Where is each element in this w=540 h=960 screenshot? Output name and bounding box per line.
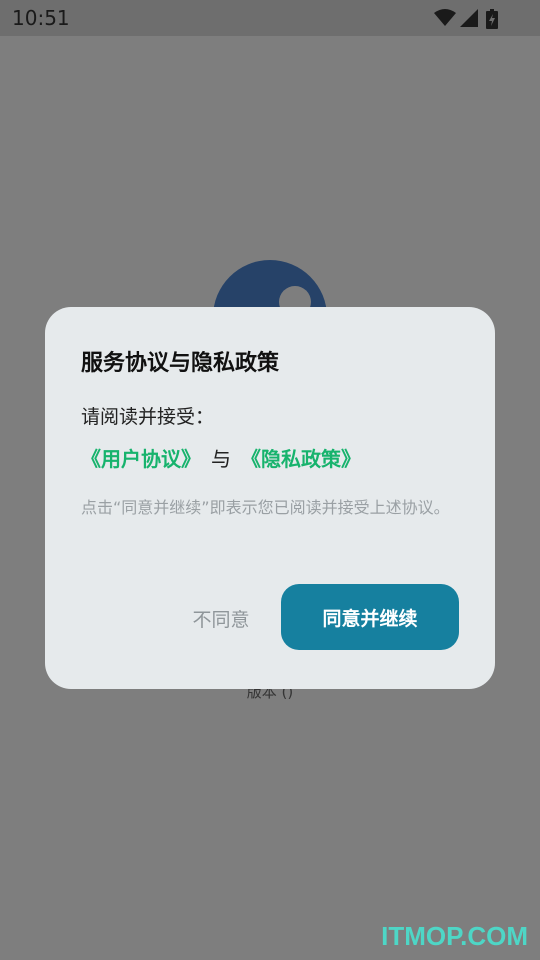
user-agreement-link[interactable]: 《用户协议》 (81, 447, 201, 471)
disagree-button[interactable]: 不同意 (173, 585, 269, 651)
privacy-policy-link[interactable]: 《隐私政策》 (241, 447, 361, 471)
status-time: 10:51 (12, 6, 70, 30)
agree-continue-button[interactable]: 同意并继续 (281, 584, 459, 650)
link-conjunction: 与 (211, 447, 231, 471)
agreement-note: 点击“同意并继续”即表示您已阅读并接受上述协议。 (81, 498, 450, 517)
watermark-logo: ITMOP.COM (381, 921, 528, 951)
dialog-title: 服务协议与隐私政策 (81, 351, 280, 376)
dialog-prompt: 请阅读并接受： (81, 406, 215, 428)
status-bar: 10:51 (0, 0, 540, 36)
agreement-dialog: 服务协议与隐私政策 请阅读并接受： 《用户协议》与《隐私政策》 点击“同意并继续… (45, 307, 495, 689)
wifi-icon (434, 9, 456, 31)
battery-icon (486, 9, 498, 33)
signal-icon (460, 9, 478, 31)
agreement-links: 《用户协议》与《隐私政策》 (81, 443, 361, 472)
